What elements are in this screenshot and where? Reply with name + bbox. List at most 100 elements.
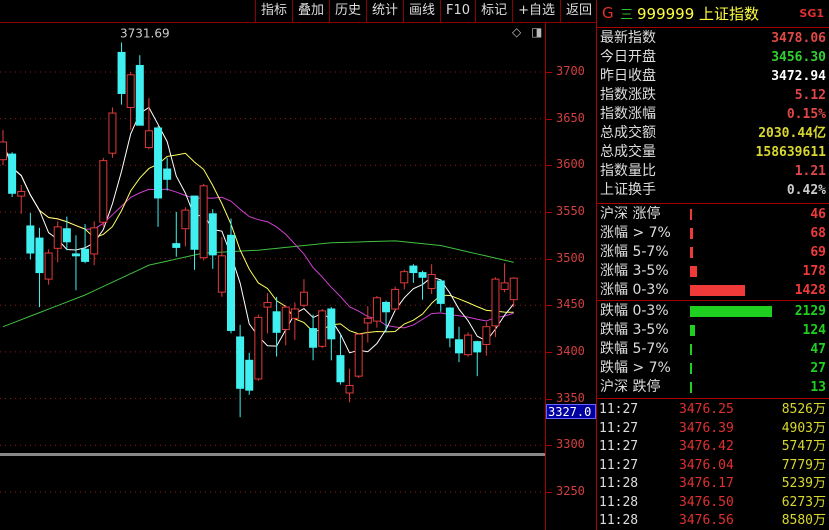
- candle[interactable]: [163, 157, 172, 191]
- candle[interactable]: [309, 314, 318, 361]
- chart-tools: ◇ ◨: [512, 25, 542, 39]
- toolbar-button[interactable]: 指标: [254, 0, 292, 22]
- candle[interactable]: [17, 184, 26, 214]
- candle[interactable]: [217, 237, 226, 297]
- toolbar-button[interactable]: +自选: [512, 0, 560, 22]
- candle[interactable]: [81, 224, 90, 264]
- candle[interactable]: [455, 326, 463, 363]
- candle[interactable]: [272, 296, 281, 357]
- candle[interactable]: [263, 293, 272, 334]
- candle[interactable]: [336, 334, 345, 385]
- candle[interactable]: [491, 277, 500, 337]
- candle[interactable]: [108, 107, 117, 158]
- axis-tick: [546, 72, 552, 73]
- sg-label[interactable]: SG1: [799, 7, 824, 20]
- candle[interactable]: [254, 314, 263, 381]
- candle[interactable]: [245, 352, 254, 395]
- kline-svg: 3731.69: [0, 26, 545, 493]
- candle[interactable]: [400, 269, 409, 290]
- candle[interactable]: [8, 152, 17, 198]
- candle[interactable]: [354, 333, 363, 379]
- stat-label: 指数涨幅: [600, 106, 656, 122]
- candle[interactable]: [172, 211, 181, 257]
- tick-row: 11:28 3476.17 5239万: [597, 474, 828, 493]
- candle[interactable]: [509, 277, 518, 308]
- toolbar-button[interactable]: 画线: [403, 0, 440, 22]
- tick-time: 11:27: [599, 402, 639, 417]
- candle[interactable]: [427, 264, 436, 295]
- candle[interactable]: [144, 98, 153, 150]
- tick-volume: 5747万: [781, 439, 826, 454]
- toolbar-button[interactable]: 返回: [559, 0, 597, 22]
- toolbar-button[interactable]: 叠加: [291, 0, 329, 22]
- candle[interactable]: [409, 264, 418, 283]
- breadth-label: 跌幅 0-3%: [600, 303, 669, 319]
- candle-body: [190, 195, 199, 250]
- kline-chart[interactable]: 3731.69: [0, 23, 546, 530]
- candle[interactable]: [290, 302, 299, 340]
- candle[interactable]: [44, 249, 53, 285]
- candle-body: [44, 252, 53, 280]
- stat-row: 最新指数 3478.06: [597, 29, 828, 48]
- tick-time: 11:27: [599, 457, 639, 473]
- breadth-bar: [690, 306, 772, 317]
- candle[interactable]: [62, 216, 71, 251]
- candle[interactable]: [382, 300, 391, 333]
- tick-volume: 5239万: [781, 476, 826, 491]
- candle[interactable]: [473, 340, 482, 377]
- ma10-line: [2, 141, 514, 335]
- axis-label: 3450: [556, 297, 585, 312]
- candle[interactable]: [53, 221, 62, 263]
- axis-label: 3250: [556, 483, 585, 498]
- candle-body: [327, 308, 336, 340]
- candle[interactable]: [117, 42, 126, 105]
- candle[interactable]: [0, 129, 7, 166]
- candle[interactable]: [199, 183, 208, 261]
- candle-body: [126, 74, 135, 108]
- toolbar-button[interactable]: 标记: [475, 0, 512, 22]
- candle[interactable]: [126, 72, 135, 130]
- breadth-count: 178: [802, 264, 826, 279]
- candle[interactable]: [464, 332, 473, 357]
- diamond-icon[interactable]: ◇: [512, 25, 521, 39]
- toolbar-button[interactable]: F10: [440, 0, 475, 22]
- candle[interactable]: [363, 306, 372, 343]
- candle[interactable]: [345, 368, 354, 403]
- breadth-count: 47: [810, 342, 826, 357]
- candle[interactable]: [236, 324, 245, 418]
- candle[interactable]: [181, 207, 190, 247]
- candle[interactable]: [482, 322, 491, 356]
- candle[interactable]: [135, 55, 144, 126]
- candle-body: [81, 248, 90, 262]
- g-icon[interactable]: G: [602, 4, 614, 22]
- axis-tick: [546, 445, 552, 447]
- toolbar-button[interactable]: 历史: [328, 0, 366, 22]
- stat-value: 5.12: [794, 88, 826, 103]
- candle[interactable]: [26, 212, 35, 260]
- candle[interactable]: [372, 295, 381, 328]
- candle[interactable]: [391, 286, 400, 311]
- toolbar-button[interactable]: 统计: [366, 0, 403, 22]
- candle[interactable]: [208, 209, 217, 269]
- candle[interactable]: [99, 157, 108, 227]
- candle-body: [181, 209, 190, 230]
- candle[interactable]: [90, 221, 99, 266]
- tick-time: 11:28: [599, 476, 639, 491]
- stat-row: 总成交额 2030.44亿: [597, 124, 828, 143]
- axis-tick: [546, 118, 552, 120]
- candle[interactable]: [35, 227, 44, 308]
- candle[interactable]: [227, 218, 235, 334]
- candle[interactable]: [327, 307, 336, 361]
- candle[interactable]: [445, 307, 454, 348]
- candle[interactable]: [281, 305, 290, 346]
- axis-label: 3400: [556, 343, 585, 358]
- candle[interactable]: [190, 195, 199, 270]
- candle[interactable]: [500, 263, 509, 293]
- candle[interactable]: [71, 235, 80, 291]
- menu-icon[interactable]: 三: [620, 4, 633, 23]
- candle-body: [263, 301, 272, 308]
- candle[interactable]: [436, 279, 445, 312]
- panel-toggle-icon[interactable]: ◨: [531, 25, 542, 39]
- candle[interactable]: [318, 308, 327, 349]
- candle[interactable]: [299, 279, 308, 308]
